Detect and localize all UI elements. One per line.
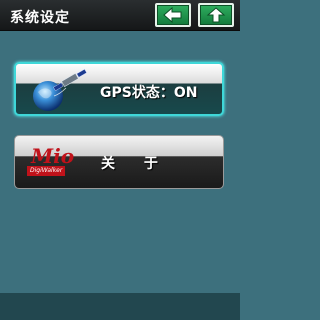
about-button[interactable]: Mio DigiWalker 关 于 [14, 135, 224, 189]
arrow-up-icon [206, 7, 226, 23]
home-button[interactable] [198, 3, 234, 27]
gps-status-button[interactable]: GPS状态：ON [14, 62, 224, 116]
arrow-left-icon [163, 7, 182, 23]
mio-logo-tagline: DigiWalker [27, 166, 66, 176]
back-button[interactable] [155, 3, 191, 27]
gps-status-label: GPS状态：ON [100, 85, 198, 101]
page-title: 系统设定 [10, 10, 70, 26]
mio-logo: Mio DigiWalker [25, 144, 91, 180]
globe-satellite-icon [33, 68, 87, 111]
about-label: 关 于 [101, 156, 170, 172]
mio-logo-text: Mio [31, 144, 75, 168]
title-bar: 系统设定 [0, 0, 240, 31]
status-bar [0, 293, 240, 320]
